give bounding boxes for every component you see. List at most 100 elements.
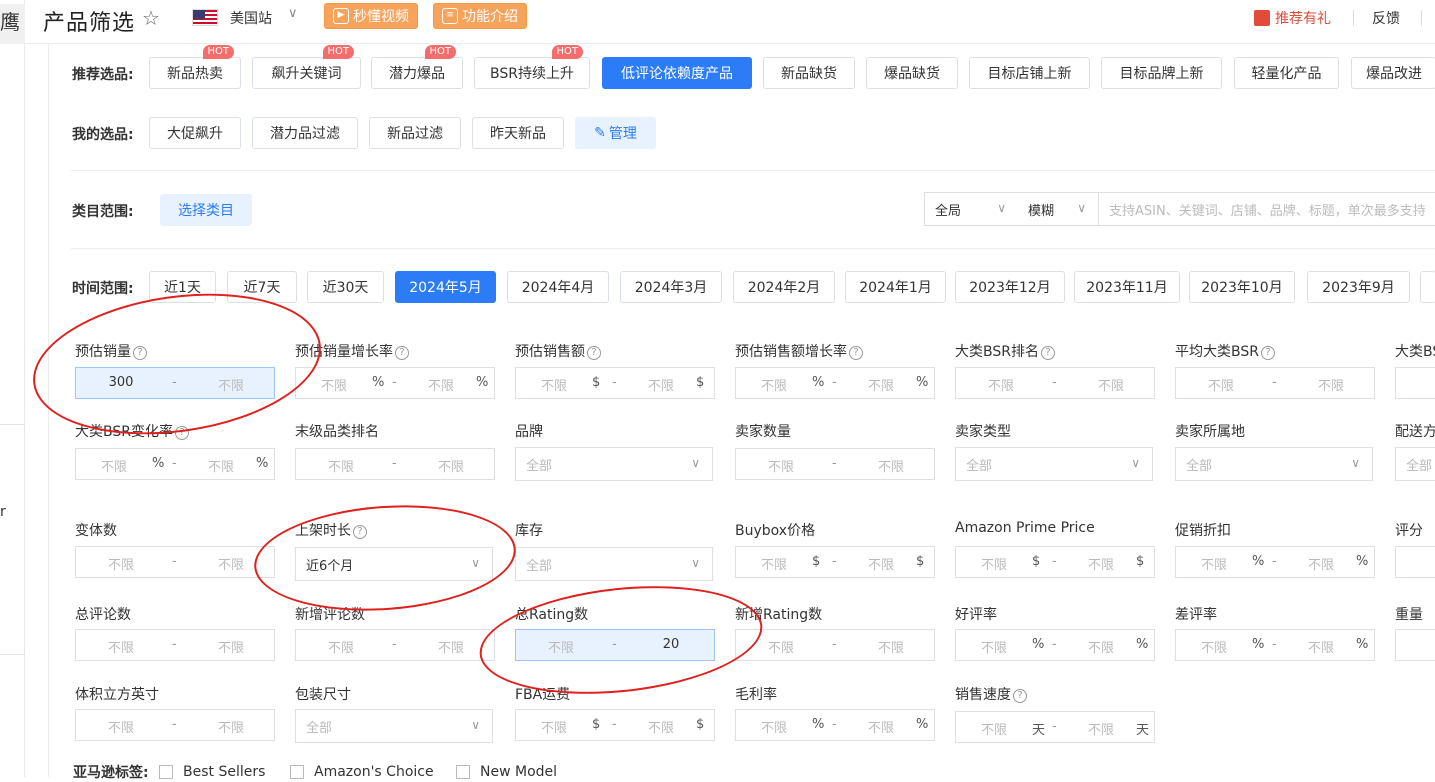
chevron-down-icon[interactable]: ∨ — [288, 6, 298, 21]
range-max[interactable]: 不限 — [846, 717, 916, 736]
range-max[interactable]: 不限 — [846, 456, 936, 475]
total-rating-range[interactable]: 不限 -20 — [515, 629, 715, 661]
referral-link[interactable]: 推荐有礼 — [1254, 8, 1331, 28]
range-min[interactable]: 不限 — [1176, 637, 1252, 656]
select-category-button[interactable]: 选择类目 — [160, 194, 252, 226]
fba-fee-range[interactable]: 不限 $ - 不限 $ — [515, 709, 715, 741]
recommend-item[interactable]: 爆品改进 — [1351, 57, 1435, 89]
range-max[interactable]: 不限 — [846, 637, 936, 656]
range-min[interactable]: 不限 — [296, 637, 386, 656]
brand-select[interactable]: 全部 ∨ — [515, 447, 713, 481]
variant-range[interactable]: 不限 - 不限 — [75, 546, 275, 578]
recommend-item[interactable]: 目标店铺上新 — [969, 57, 1090, 89]
recommend-item[interactable]: 爆品缺货 — [866, 57, 958, 89]
time-item[interactable]: 2023年10月 — [1189, 271, 1295, 303]
range-min[interactable]: 不限 — [736, 554, 812, 573]
range-min[interactable]: 300 — [76, 375, 166, 390]
margin-range[interactable]: 不限% - 不限% — [735, 709, 935, 741]
sales-velocity-range[interactable]: 不限天 - 不限天 — [955, 711, 1155, 743]
my-item[interactable]: 潜力品过滤 — [252, 117, 358, 149]
recommend-item[interactable]: 潜力爆品 HOT — [371, 45, 463, 89]
video-button[interactable]: ▶ 秒懂视频 — [324, 3, 418, 29]
range-min[interactable]: 不限 — [516, 717, 592, 736]
range-max[interactable]: 不限 — [626, 717, 696, 736]
sidebar-active-item[interactable]: 鹰 — [0, 4, 25, 44]
weight-range[interactable] — [1395, 629, 1435, 661]
my-item[interactable]: 昨天新品 — [472, 117, 564, 149]
recommend-item[interactable]: 目标品牌上新 — [1101, 57, 1222, 89]
range-max[interactable]: 不限 — [1286, 554, 1356, 573]
my-item[interactable]: 大促飙升 — [149, 117, 241, 149]
recommend-item[interactable]: 轻量化产品 — [1234, 57, 1339, 89]
range-min[interactable]: 不限 — [736, 717, 812, 736]
help-icon[interactable]: ? — [1013, 689, 1027, 703]
range-max[interactable]: 不限 — [186, 456, 256, 475]
range-max[interactable]: 不限 — [846, 375, 916, 394]
package-size-select[interactable]: 全部 ∨ — [295, 709, 493, 743]
range-max[interactable]: 不限 — [186, 717, 276, 736]
help-icon[interactable]: ? — [353, 525, 367, 539]
help-icon[interactable]: ? — [849, 346, 863, 360]
range-min[interactable]: 不限 — [1176, 375, 1266, 394]
time-item[interactable]: 近7天 — [227, 271, 297, 303]
range-min[interactable]: 不限 — [76, 717, 166, 736]
intro-button[interactable]: ≡ 功能介绍 — [433, 3, 527, 29]
scope-select[interactable]: 全局 ∨ — [924, 192, 1019, 226]
checkbox-new-model[interactable]: New Model — [456, 764, 557, 780]
help-icon[interactable]: ? — [395, 346, 409, 360]
revenue-range[interactable]: 不限 $ - 不限 $ — [515, 367, 715, 399]
match-select[interactable]: 模糊 ∨ — [1018, 192, 1099, 226]
recommend-item[interactable]: 新品热卖 HOT — [149, 45, 241, 89]
range-max[interactable]: 不限 — [1066, 719, 1136, 738]
time-item[interactable]: 2024年2月 — [733, 271, 835, 303]
discount-range[interactable]: 不限% - 不限% — [1175, 546, 1375, 578]
new-reviews-range[interactable]: 不限 - 不限 — [295, 629, 495, 661]
range-min[interactable]: 不限 — [956, 554, 1032, 573]
total-reviews-range[interactable]: 不限 - 不限 — [75, 629, 275, 661]
time-item[interactable]: 近30天 — [307, 271, 384, 303]
range-min[interactable]: 不限 — [76, 554, 166, 573]
range-max[interactable]: 不限 — [626, 375, 696, 394]
star-icon[interactable]: ☆ — [142, 6, 160, 30]
revenue-growth-range[interactable]: 不限% - 不限% — [735, 367, 935, 399]
range-min[interactable]: 不限 — [956, 375, 1046, 394]
range-min[interactable]: 不限 — [76, 456, 152, 475]
sales-range[interactable]: 300- 不限 — [75, 367, 275, 399]
range-max[interactable]: 不限 — [1066, 554, 1136, 573]
my-item[interactable]: 新品过滤 — [369, 117, 461, 149]
seller-count-range[interactable]: 不限 - 不限 — [735, 448, 935, 480]
rating-range[interactable] — [1395, 546, 1435, 578]
recommend-item-active[interactable]: 低评论依赖度产品 — [602, 57, 752, 89]
range-max[interactable]: 不限 — [406, 375, 476, 394]
recommend-item[interactable]: 新品缺货 — [763, 57, 855, 89]
positive-rate-range[interactable]: 不限% - 不限% — [955, 629, 1155, 661]
negative-rate-range[interactable]: 不限% - 不限% — [1175, 629, 1375, 661]
range-min[interactable]: 不限 — [736, 456, 826, 475]
range-min[interactable]: 不限 — [736, 375, 812, 394]
range-max[interactable]: 不限 — [1066, 637, 1136, 656]
feedback-link[interactable]: 反馈 — [1372, 8, 1400, 28]
range-min[interactable]: 不限 — [1176, 554, 1252, 573]
buybox-price-range[interactable]: 不限 $ - 不限 $ — [735, 546, 935, 578]
time-item[interactable]: 2023年11月 — [1074, 271, 1180, 303]
range-max[interactable]: 不限 — [186, 375, 276, 394]
time-item[interactable]: 2024年3月 — [620, 271, 722, 303]
range-min[interactable]: 不限 — [516, 375, 592, 394]
range-min[interactable]: 不限 — [76, 637, 166, 656]
range-max[interactable]: 不限 — [406, 456, 496, 475]
range-min[interactable]: 不限 — [736, 637, 826, 656]
time-item[interactable]: 近1天 — [149, 271, 216, 303]
range-max[interactable]: 不限 — [846, 554, 916, 573]
help-icon[interactable]: ? — [1260, 346, 1275, 360]
range-max[interactable]: 不限 — [1286, 637, 1356, 656]
range-min[interactable]: 不限 — [296, 456, 386, 475]
stock-select[interactable]: 全部 ∨ — [515, 547, 713, 581]
range-min[interactable]: 不限 — [296, 375, 372, 394]
recommend-item[interactable]: BSR持续上升 HOT — [474, 45, 590, 89]
range-min[interactable]: 不限 — [956, 719, 1032, 738]
bsr-rank-range[interactable]: 不限 - 不限 — [955, 367, 1155, 399]
time-item[interactable]: 2023年9月 — [1307, 271, 1410, 303]
range-max[interactable]: 不限 — [186, 637, 276, 656]
keyword-search-input[interactable]: 支持ASIN、关键词、店铺、品牌、标题，单次最多支持 — [1099, 192, 1435, 226]
prime-price-range[interactable]: 不限 $ - 不限 $ — [955, 546, 1155, 578]
